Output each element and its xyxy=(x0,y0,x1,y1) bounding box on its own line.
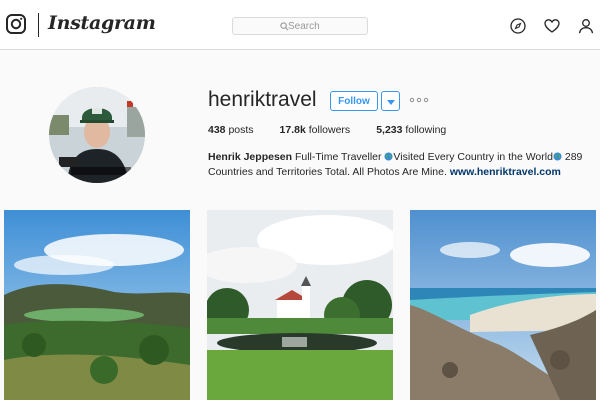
post-thumbnail[interactable] xyxy=(207,210,393,400)
globe-emoji-icon xyxy=(553,152,562,161)
person-icon[interactable] xyxy=(578,18,594,34)
avatar xyxy=(49,87,145,183)
post-thumbnail[interactable] xyxy=(410,210,596,400)
suggestions-dropdown-button[interactable] xyxy=(381,91,400,111)
followers-count[interactable]: 17.8k followers xyxy=(280,124,351,136)
follow-button[interactable]: Follow xyxy=(330,91,378,111)
profile-full-name: Henrik Jeppesen xyxy=(208,151,293,163)
post-thumbnail[interactable] xyxy=(4,210,190,400)
search-box[interactable] xyxy=(232,17,368,35)
search-input[interactable] xyxy=(288,19,358,33)
profile-website-link[interactable]: www.henriktravel.com xyxy=(450,166,561,178)
compass-icon[interactable] xyxy=(510,18,526,34)
profile-bio: Henrik Jeppesen Full-Time Traveller Visi… xyxy=(208,151,583,178)
profile-stats: 438 posts 17.8k followers 5,233 following xyxy=(208,124,446,136)
instagram-glyph-icon[interactable] xyxy=(6,14,26,34)
top-navigation-bar: Instagram xyxy=(0,0,600,50)
caret-down-icon xyxy=(386,99,395,105)
following-count[interactable]: 5,233 following xyxy=(376,124,446,136)
profile-username: henriktravel xyxy=(208,88,317,111)
posts-count: 438 posts xyxy=(208,124,254,136)
heart-icon[interactable] xyxy=(544,18,560,34)
instagram-wordmark[interactable]: Instagram xyxy=(48,12,156,34)
logo-divider xyxy=(38,13,39,37)
more-options-icon[interactable] xyxy=(408,93,430,107)
